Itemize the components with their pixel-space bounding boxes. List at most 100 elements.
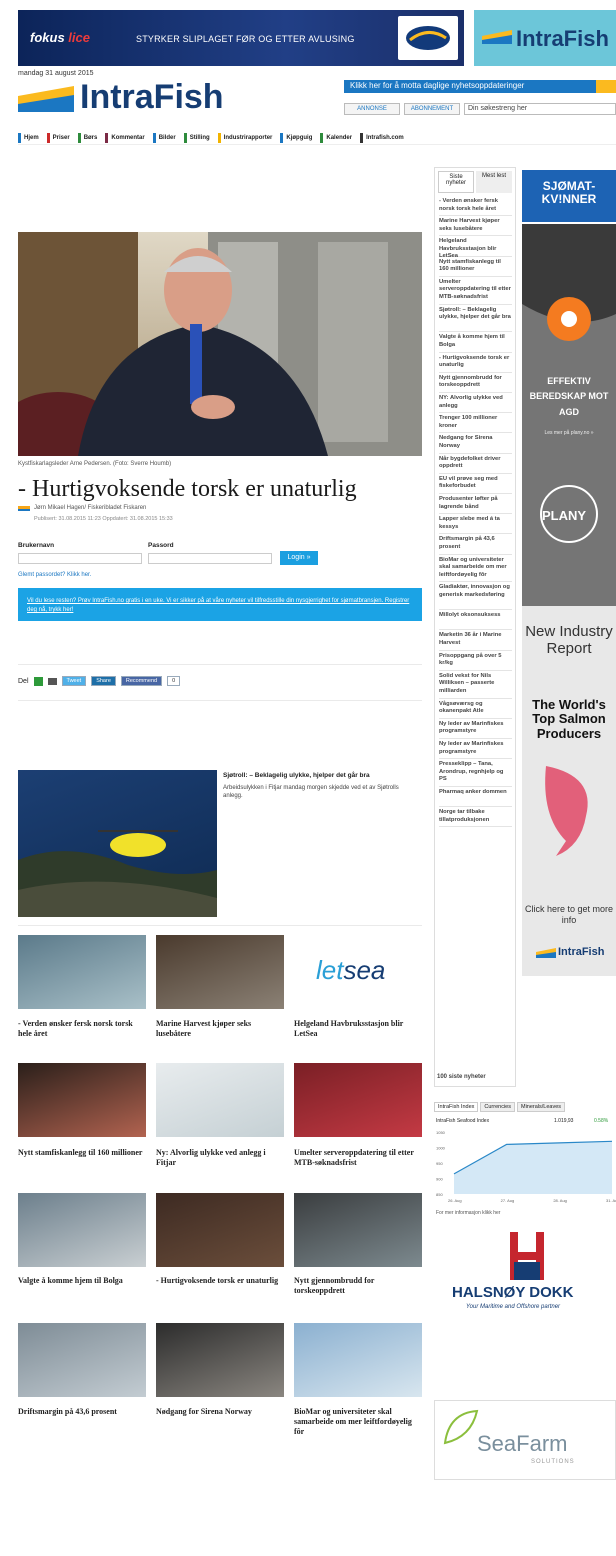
sjomat-plany-ad[interactable]: SJØMAT-KV!NNER EFFEKTIV BEREDSKAP MOT AG…	[522, 170, 616, 624]
seafarm-ad[interactable]: SeaFarm SOLUTIONS	[434, 1400, 616, 1480]
story-image[interactable]: letsea	[294, 935, 422, 1009]
story-image[interactable]	[156, 935, 284, 1009]
nav-item[interactable]: Priser	[46, 132, 70, 143]
story-image[interactable]	[18, 1323, 146, 1397]
nav-item[interactable]: Bilder	[152, 132, 176, 143]
site-logo[interactable]: IntraFish	[18, 78, 248, 118]
story-title[interactable]: Helgeland Havbruksstasjon blir LetSea	[294, 1019, 424, 1039]
nav-item[interactable]: Industrirapporter	[217, 132, 272, 143]
sidebar-news-item[interactable]: Umelter serveroppdatering til etter MTB-…	[439, 279, 512, 305]
nav-label: Børs	[83, 134, 98, 141]
all-news-link[interactable]: 100 siste nyheter	[437, 1074, 486, 1080]
story-image[interactable]	[18, 1063, 146, 1137]
sidebar-news-item[interactable]: Sjøtroll: – Beklagelig ulykke, hjelper d…	[439, 307, 512, 333]
halsnoy-dokk-ad[interactable]: HALSNØY DOKK Your Maritime and Offshore …	[434, 1232, 616, 1332]
tab-most-read[interactable]: Mest lest	[476, 171, 512, 193]
nav-item[interactable]: Kjøpguig	[280, 132, 312, 143]
sidebar-news-item[interactable]: Lapper slebe med á ta kessys	[439, 516, 512, 535]
industry-report-ad[interactable]: New Industry Report The World's Top Salm…	[522, 606, 616, 976]
username-field[interactable]	[18, 553, 142, 564]
story-image[interactable]	[156, 1193, 284, 1267]
nav-item[interactable]: Kommentar	[105, 132, 145, 143]
email-icon[interactable]	[33, 676, 43, 686]
sidebar-news-item[interactable]: - Hurtigvoksende torsk er unaturlig	[439, 355, 512, 373]
story-title[interactable]: Valgte å komme hjem til Bolga	[18, 1276, 148, 1286]
sidebar-news-item[interactable]: Produsenter løfter på lagrende bånd	[439, 496, 512, 515]
sidebar-news-item[interactable]: Nytt gjennombrudd for torskeoppdrett	[439, 375, 512, 393]
story-title[interactable]: Marine Harvest kjøper seks lusebåtere	[156, 1019, 286, 1039]
story-title[interactable]: Umelter serveroppdatering til etter MTB-…	[294, 1148, 424, 1168]
plany-link[interactable]: Les mer på plany.no »	[522, 430, 616, 436]
index-tab[interactable]: Minerals/Leaves	[516, 1102, 566, 1112]
sidebar-news-item[interactable]: Ny leder av Marinfiskes programstyre	[439, 721, 512, 739]
subscribe-promo[interactable]: Vil du lese resten? Prøv IntraFish.no gr…	[18, 588, 422, 621]
sidebar-news-item[interactable]: Nedgang for Sirena Norway	[439, 435, 512, 454]
teaser-image[interactable]	[18, 770, 217, 917]
report-heading: New Industry Report	[525, 623, 613, 657]
sidebar-news-item[interactable]: Gladiaktør, innovasjon og generisk marke…	[439, 584, 512, 611]
story-title[interactable]: BioMar og universiteter skal samarbeide …	[294, 1407, 424, 1437]
tab-latest-news[interactable]: Siste nyheter	[438, 171, 474, 193]
sidebar-news-item[interactable]: Norge tar tilbake tillatproduksjonen	[439, 809, 512, 828]
nav-item[interactable]: Hjem	[18, 132, 39, 143]
intrafish-flag-icon	[18, 505, 30, 511]
facebook-recommend-button[interactable]: Recommend	[120, 676, 163, 686]
nav-item[interactable]: Stilling	[183, 132, 210, 143]
sidebar-news-item[interactable]: EU vil prøve seg med fiskeforbudet	[439, 476, 512, 494]
sidebar-news-item[interactable]: - Verden ønsker fersk norsk torsk hele å…	[439, 198, 512, 217]
sidebar-news-item[interactable]: Vågsøværsg og okanenpakt Atle	[439, 701, 512, 719]
story-image[interactable]	[156, 1323, 284, 1397]
sidebar-news-item[interactable]: Driftsmargin på 43,6 prosent	[439, 536, 512, 555]
story-image[interactable]	[294, 1063, 422, 1137]
search-input[interactable]: Din søkestreng her	[464, 103, 616, 115]
password-field[interactable]	[148, 553, 272, 564]
x-tick-label: 26. Aug	[448, 1198, 462, 1203]
sidebar-news-item[interactable]: Helgeland Havbruksstasjon blir LetSea	[439, 238, 512, 259]
sidebar-news-item[interactable]: NY: Alvorlig ulykke ved anlegg	[439, 395, 512, 414]
story-title[interactable]: Nytt gjennombrudd for torskeoppdrett	[294, 1276, 424, 1296]
story-image[interactable]	[294, 1193, 422, 1267]
sidebar-news-item[interactable]: Nytt stamfiskanlegg til 160 millioner	[439, 259, 512, 277]
top-banner-ad[interactable]: fokus lice STYRKER SLIPLAGET FØR OG ETTE…	[18, 10, 464, 66]
story-image[interactable]	[156, 1063, 284, 1137]
nav-item[interactable]: Kalender	[320, 132, 352, 143]
sidebar-news-item[interactable]: Solid vekst for Nils Williksen – passert…	[439, 673, 512, 699]
story-image[interactable]	[294, 1323, 422, 1397]
story-title[interactable]: Nytt stamfiskanlegg til 160 millioner	[18, 1148, 148, 1158]
story-title[interactable]: Nødgang for Sirena Norway	[156, 1407, 286, 1417]
index-footer[interactable]: For mer informasjon klikk her	[436, 1210, 500, 1216]
author-line: Jørn Mikael Hagen/ Fiskeribladet Fiskare…	[18, 505, 146, 511]
sidebar-news-item[interactable]: Trenger 100 millioner kroner	[439, 415, 512, 434]
index-tab[interactable]: Currencies	[480, 1102, 515, 1112]
intrafish-ad[interactable]: IntraFish	[474, 10, 616, 66]
nav-item[interactable]: Intrafish.com	[360, 132, 404, 143]
newsletter-bar[interactable]: Klikk her for å motta daglige nyhetsoppd…	[344, 80, 616, 93]
sidebar-news-item[interactable]: Ny leder av Marinfiskes programstyre	[439, 741, 512, 760]
forgot-password-link[interactable]: Glemt passordet? Klikk her.	[18, 572, 91, 578]
story-title[interactable]: - Verden ønsker fersk norsk torsk hele å…	[18, 1019, 148, 1039]
story-title[interactable]: Driftsmargin på 43,6 prosent	[18, 1407, 148, 1417]
abonnement-button[interactable]: ABONNEMENT	[404, 103, 460, 115]
sidebar-news-item[interactable]: Prisoppgang på over 5 kr/kg	[439, 653, 512, 671]
sidebar-news-item[interactable]: Når bygdefolket driver oppdrett	[439, 456, 512, 474]
linkedin-share-button[interactable]: Share	[91, 676, 116, 686]
teaser-title[interactable]: Sjøtroll: – Beklagelig ulykke, hjelper d…	[223, 772, 370, 779]
story-title[interactable]: - Hurtigvoksende torsk er unaturlig	[156, 1276, 286, 1286]
story-image[interactable]	[18, 935, 146, 1009]
print-icon[interactable]	[47, 677, 57, 685]
sidebar-news-item[interactable]: Millolyt oksonsuksess	[439, 612, 512, 631]
sidebar-news-item[interactable]: Pharmaq anker dommen	[439, 789, 512, 808]
sidebar-news-item[interactable]: Valgte å komme hjem til Bolga	[439, 334, 512, 353]
sidebar-news-item[interactable]: Presseklipp – Tana, Arondrup, regnhjelp …	[439, 761, 512, 787]
login-button[interactable]: Login »	[280, 551, 318, 565]
index-tab[interactable]: IntraFish Index	[434, 1102, 479, 1112]
sidebar-news-item[interactable]: Marine Harvest kjøper seks lusebåtere	[439, 218, 512, 237]
story-title[interactable]: Ny: Alvorlig ulykke ved anlegg i Fitjar	[156, 1148, 286, 1168]
tweet-button[interactable]: Tweet	[61, 676, 87, 686]
sidebar-news-item[interactable]: Marketin 36 år i Marine Harvest	[439, 632, 512, 651]
sidebar-news-item[interactable]: BioMar og universiteter skal samarbeide …	[439, 557, 512, 583]
story-image[interactable]	[18, 1193, 146, 1267]
annonse-button[interactable]: ANNONSE	[344, 103, 400, 115]
nav-item[interactable]: Børs	[77, 132, 98, 143]
report-click[interactable]: Click here to get more info	[522, 904, 616, 926]
